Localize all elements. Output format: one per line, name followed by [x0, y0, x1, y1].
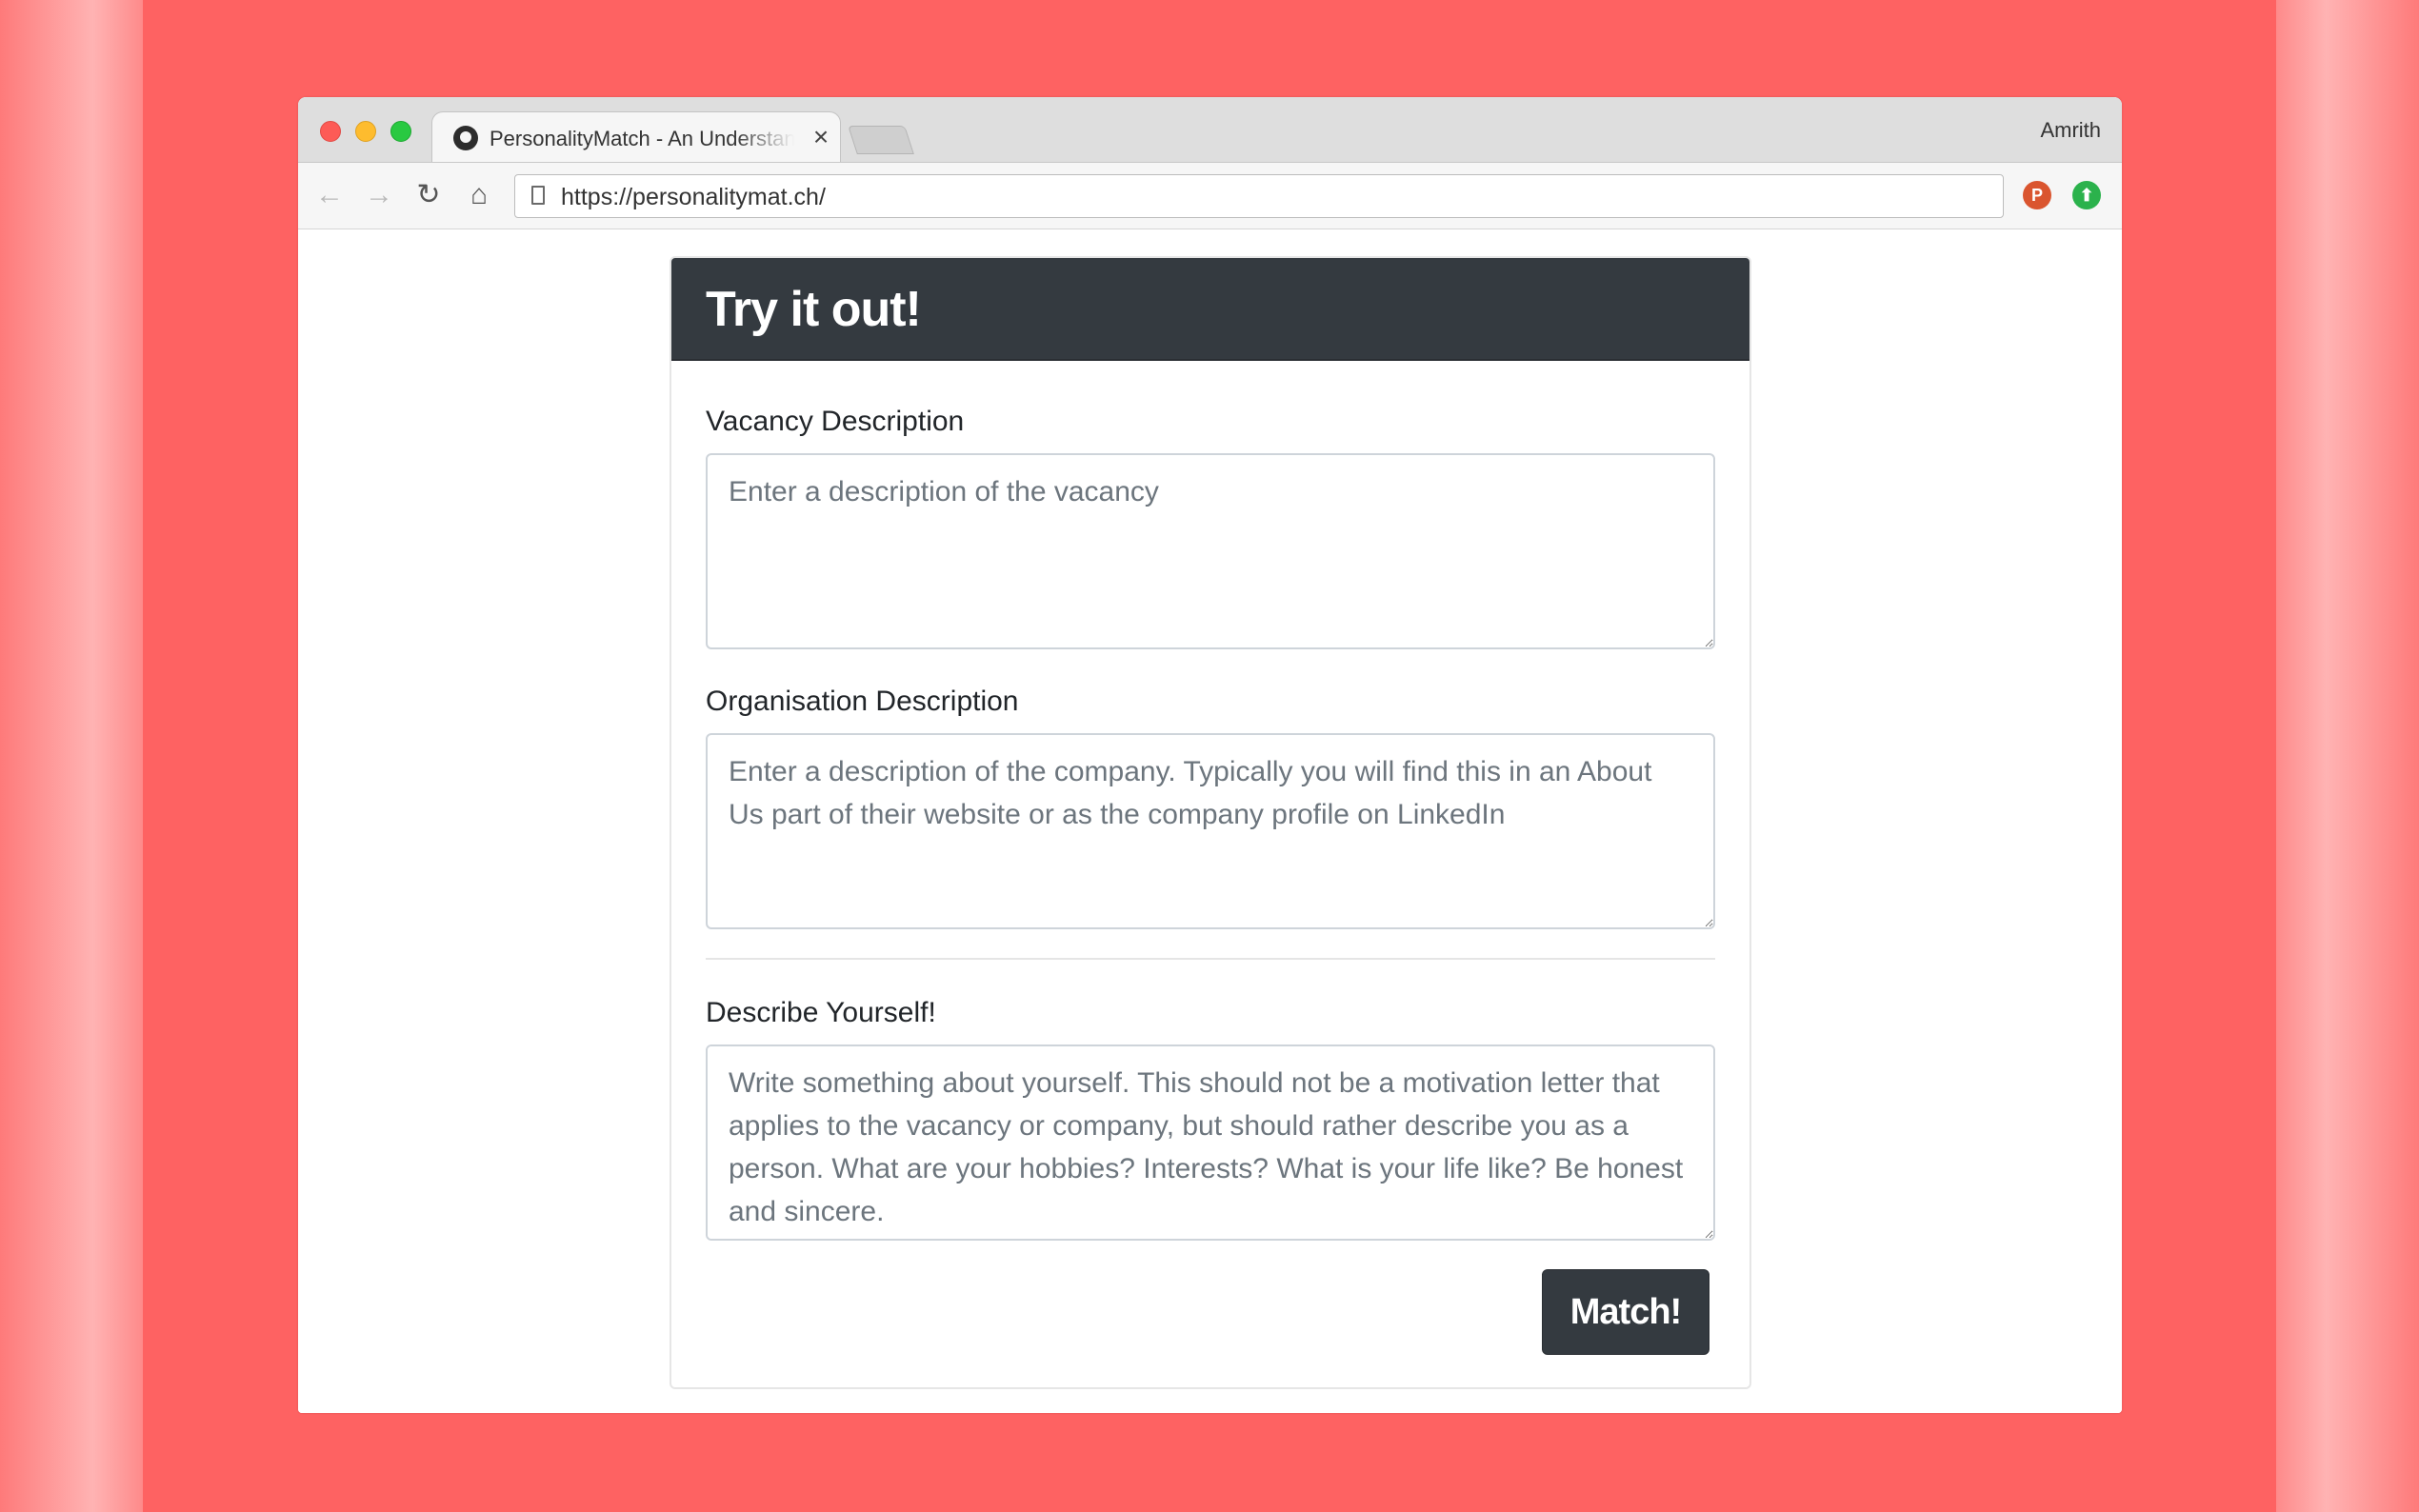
browser-toolbar: ← → ↻ ⌂ https://personalitymat.ch/ P ⬆ — [298, 162, 2122, 229]
tab-bar: PersonalityMatch - An Understanding × Am… — [298, 97, 2122, 162]
minimize-window-button[interactable] — [355, 121, 376, 142]
describe-yourself-label: Describe Yourself! — [706, 997, 936, 1028]
try-it-card: Try it out! Vacancy Description Organisa… — [670, 256, 1751, 1389]
browser-window: PersonalityMatch - An Understanding × Am… — [298, 97, 2122, 1413]
vacancy-label: Vacancy Description — [706, 406, 965, 437]
address-bar[interactable]: https://personalitymat.ch/ — [514, 174, 2004, 218]
maximize-window-button[interactable] — [390, 121, 411, 142]
page-icon — [531, 186, 545, 205]
brain-favicon-icon — [453, 126, 478, 150]
home-icon[interactable]: ⌂ — [462, 178, 496, 212]
organisation-label: Organisation Description — [706, 686, 1019, 717]
match-button[interactable]: Match! — [1542, 1269, 1709, 1355]
vacancy-description-field[interactable] — [706, 453, 1715, 649]
upload-arrow-icon[interactable]: ⬆ — [2072, 181, 2101, 209]
background-gradient-right — [2276, 0, 2419, 1512]
url-text[interactable]: https://personalitymat.ch/ — [561, 184, 826, 211]
profile-name[interactable]: Amrith — [2040, 118, 2101, 143]
page-viewport: Try it out! Vacancy Description Organisa… — [298, 229, 2122, 1413]
tab-close-icon[interactable]: × — [809, 124, 833, 150]
producthunt-icon[interactable]: P — [2023, 181, 2051, 209]
page-title: Try it out! — [706, 282, 922, 337]
reload-icon[interactable]: ↻ — [411, 178, 446, 212]
tab-personalitymatch[interactable]: PersonalityMatch - An Understanding × — [431, 111, 841, 162]
describe-yourself-field[interactable] — [706, 1044, 1715, 1241]
new-tab-button[interactable] — [848, 126, 914, 154]
organisation-description-field[interactable] — [706, 733, 1715, 929]
forward-arrow-icon[interactable]: → — [362, 178, 396, 212]
section-divider — [706, 958, 1715, 960]
background-gradient-left — [0, 0, 143, 1512]
close-window-button[interactable] — [320, 121, 341, 142]
card-header: Try it out! — [671, 258, 1749, 361]
back-arrow-icon[interactable]: ← — [312, 178, 347, 212]
tab-title: PersonalityMatch - An Understanding — [490, 127, 794, 150]
